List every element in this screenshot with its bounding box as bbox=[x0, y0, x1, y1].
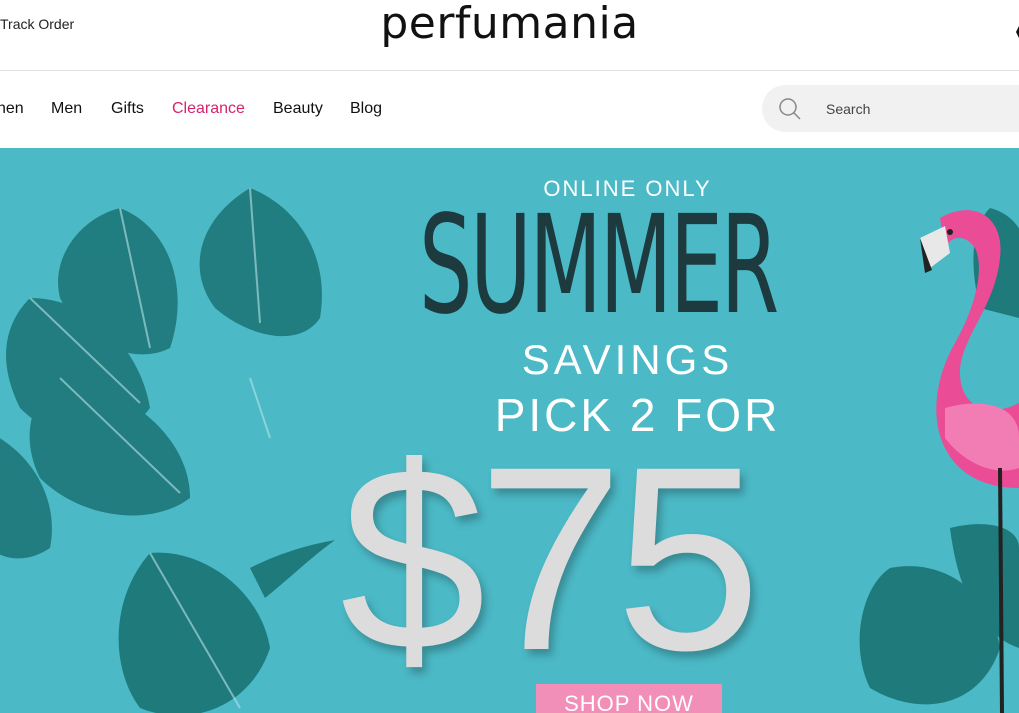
summer-headline: SUMMER bbox=[419, 187, 779, 345]
nav-item-women[interactable]: nen bbox=[0, 100, 24, 118]
nav-item-beauty[interactable]: Beauty bbox=[273, 100, 323, 118]
search-bar[interactable] bbox=[762, 85, 1019, 132]
search-input[interactable] bbox=[826, 98, 1016, 120]
nav-item-men[interactable]: Men bbox=[51, 100, 82, 118]
top-bar: Track Order perfumania bbox=[0, 0, 1019, 71]
savings-subheadline: SAVINGS bbox=[521, 336, 734, 383]
perfumania-logo[interactable]: perfumania bbox=[0, 0, 1019, 49]
search-icon[interactable] bbox=[778, 97, 802, 121]
account-icon[interactable] bbox=[1013, 22, 1019, 42]
price-text: $75 bbox=[340, 412, 761, 705]
main-navigation: nen Men Gifts Clearance Beauty Blog bbox=[0, 71, 1019, 148]
nav-item-blog[interactable]: Blog bbox=[350, 100, 382, 118]
shop-now-button[interactable]: SHOP NOW bbox=[536, 684, 722, 713]
summer-savings-banner[interactable]: ONLINE ONLY SUMMER SAVINGS PICK 2 FOR $7… bbox=[0, 148, 1019, 713]
nav-item-gifts[interactable]: Gifts bbox=[111, 100, 144, 118]
nav-item-clearance[interactable]: Clearance bbox=[172, 100, 245, 118]
